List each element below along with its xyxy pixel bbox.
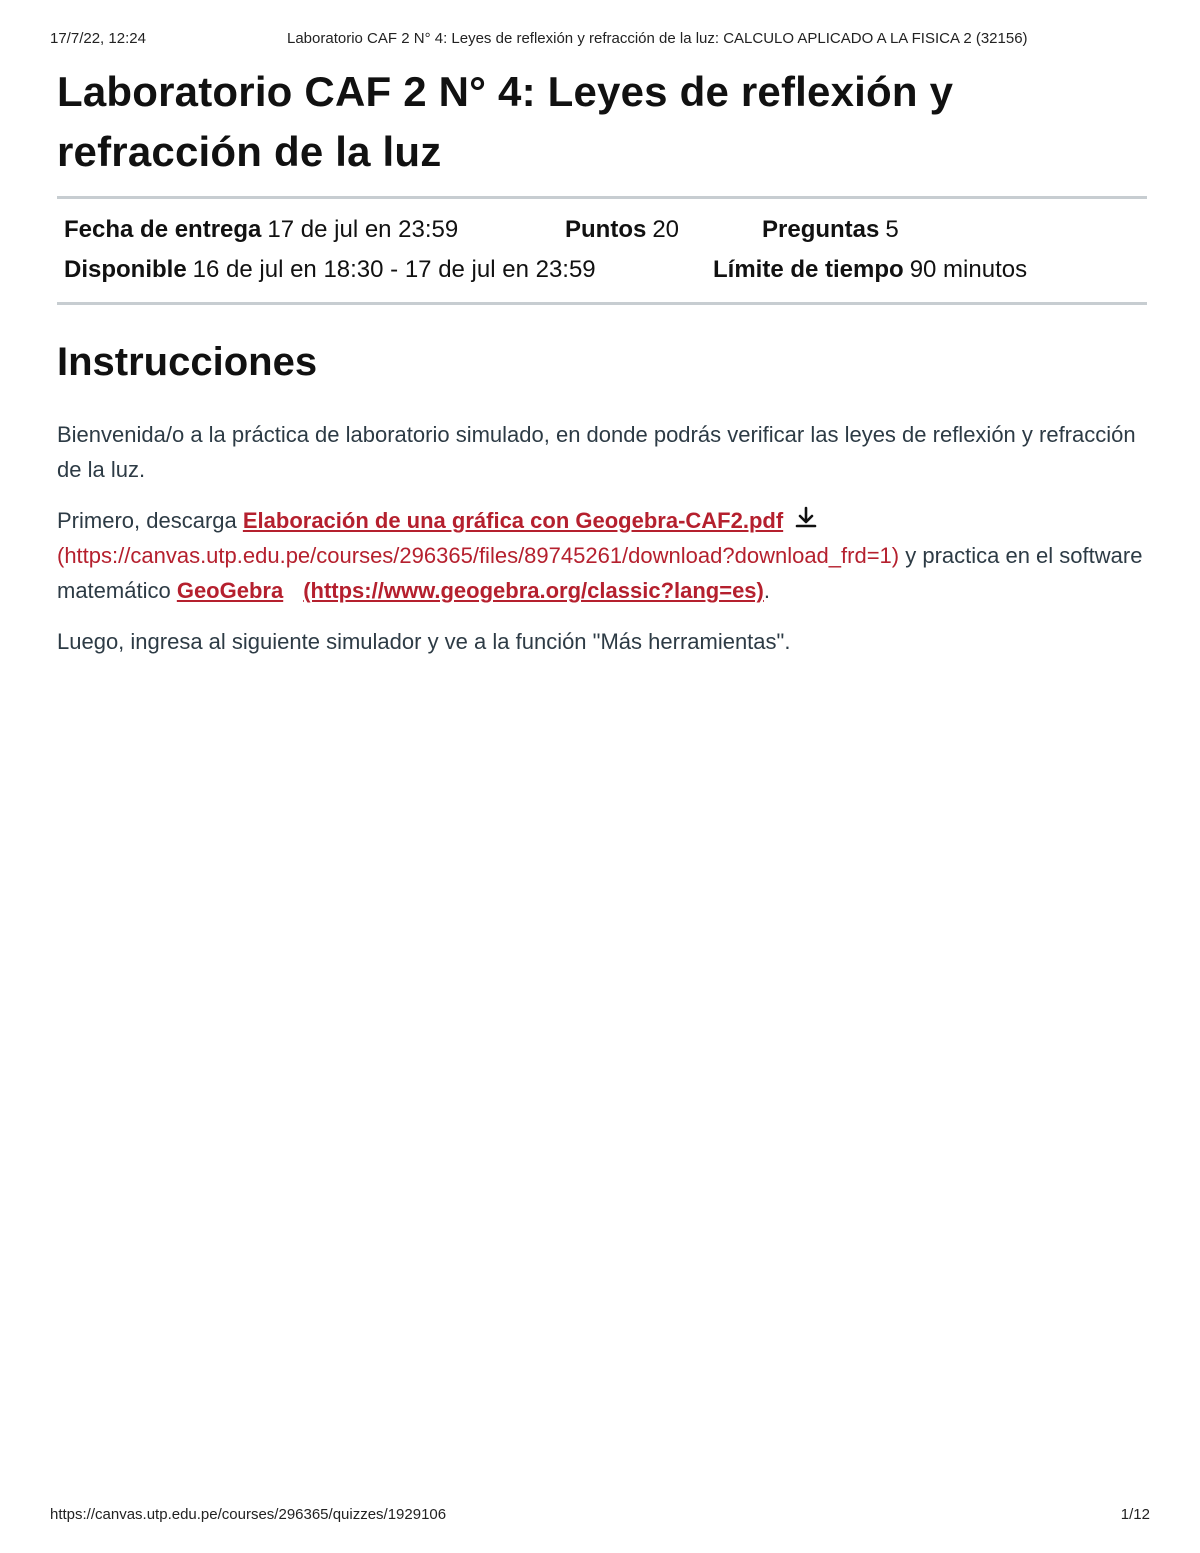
points-label: Puntos <box>565 216 647 243</box>
details-row-2: Disponible 16 de jul en 18:30 - 17 de jul… <box>64 250 1147 290</box>
download-icon[interactable] <box>793 505 819 531</box>
download-prefix: Primero, descarga <box>57 508 243 533</box>
instructions-paragraph-3: Luego, ingresa al siguiente simulador y … <box>57 629 791 654</box>
print-footer: https://canvas.utp.edu.pe/courses/296365… <box>50 1506 1150 1526</box>
print-header: 17/7/22, 12:24 Laboratorio CAF 2 N° 4: L… <box>50 30 1150 50</box>
paragraph-end-period: . <box>763 578 770 603</box>
geogebra-link[interactable]: GeoGebra <box>177 578 283 603</box>
print-document-title: Laboratorio CAF 2 N° 4: Leyes de reflexi… <box>287 30 1028 47</box>
availability-value: 16 de jul en 18:30 - 17 de jul en 23:59 <box>192 256 596 283</box>
details-row-1: Fecha de entrega 17 de jul en 23:59 Punto… <box>64 210 1147 250</box>
quiz-content: Laboratorio CAF 2 N° 4: Leyes de reflexi… <box>57 62 1147 675</box>
questions-value: 5 <box>885 216 899 243</box>
page-title-line-2: refracción de la luz <box>57 128 442 175</box>
due-date: Fecha de entrega 17 de jul en 23:59 <box>64 210 458 250</box>
instructions-paragraph-1: Bienvenida/o a la práctica de laboratori… <box>57 422 1136 482</box>
file-download-url: (https://canvas.utp.edu.pe/courses/29636… <box>57 543 900 568</box>
due-date-label: Fecha de entrega <box>64 216 262 243</box>
page-title: Laboratorio CAF 2 N° 4: Leyes de reflexi… <box>57 62 1147 182</box>
page-title-line-1: Laboratorio CAF 2 N° 4: Leyes de reflexi… <box>57 68 954 115</box>
availability: Disponible 16 de jul en 18:30 - 17 de jul… <box>64 250 596 290</box>
questions-label: Preguntas <box>762 216 880 243</box>
points: Puntos 20 <box>565 210 679 250</box>
instructions-body: Bienvenida/o a la práctica de laboratori… <box>57 417 1147 659</box>
availability-label: Disponible <box>64 256 187 283</box>
due-date-value: 17 de jul en 23:59 <box>267 216 459 243</box>
divider-bottom <box>57 302 1147 305</box>
print-page-number: 1/12 <box>1120 1506 1150 1523</box>
print-date: 17/7/22, 12:24 <box>50 30 146 47</box>
print-footer-url: https://canvas.utp.edu.pe/courses/296365… <box>50 1506 447 1523</box>
questions: Preguntas 5 <box>762 210 899 250</box>
time-limit-value: 90 minutos <box>909 256 1028 283</box>
time-limit-label: Límite de tiempo <box>713 256 904 283</box>
points-value: 20 <box>652 216 680 243</box>
quiz-details: Fecha de entrega 17 de jul en 23:59 Punto… <box>57 199 1147 302</box>
geogebra-url-link[interactable]: (https://www.geogebra.org/classic?lang=e… <box>303 578 764 603</box>
file-download-link[interactable]: Elaboración de una gráfica con Geogebra-… <box>243 508 783 533</box>
instructions-paragraph-2: Primero, descarga Elaboración de una grá… <box>57 503 1147 608</box>
instructions-heading: Instrucciones <box>57 340 318 384</box>
time-limit: Límite de tiempo 90 minutos <box>713 250 1027 290</box>
